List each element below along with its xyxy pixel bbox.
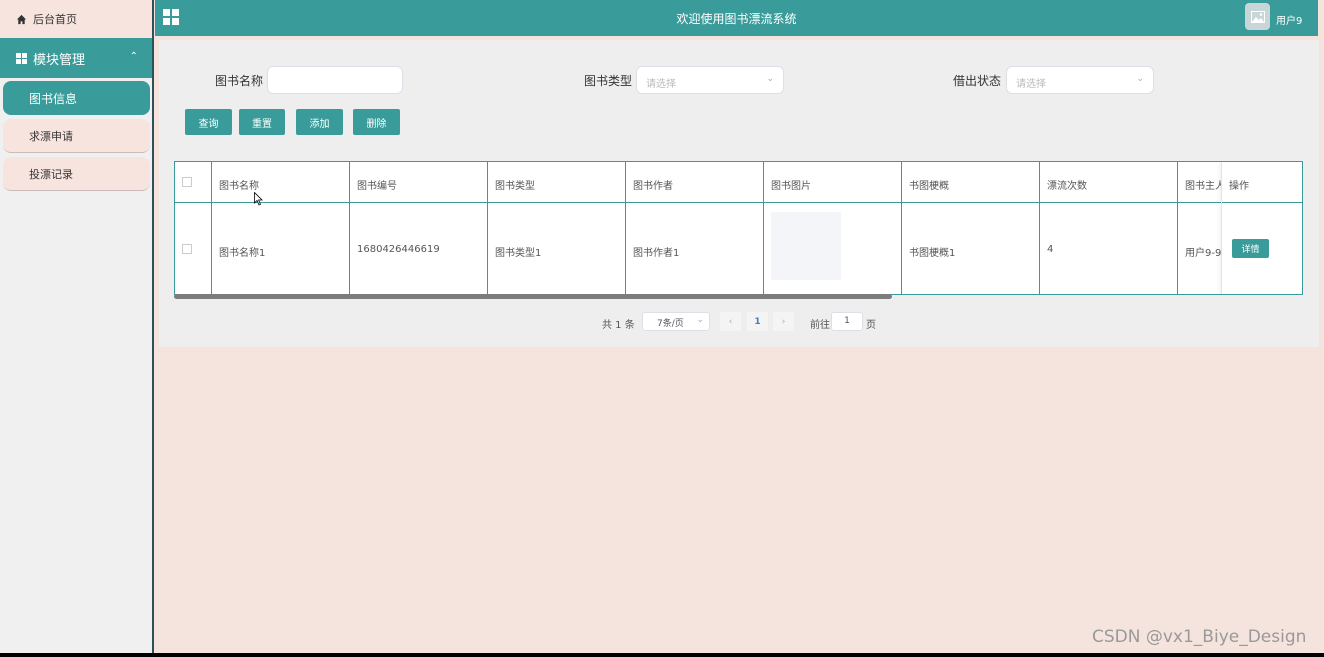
data-table: 图书名称 图书编号 图书类型 图书作者 图书图片 书图梗概 漂流次数 图书主人 … — [174, 161, 1303, 295]
sidebar-item-label: 求漂申请 — [29, 129, 73, 143]
page-title: 欢迎使用图书漂流系统 — [676, 12, 797, 26]
page-size-select[interactable]: 7条/页 ⌄ — [642, 312, 710, 331]
sidebar-item-drift-record[interactable]: 投漂记录 — [3, 157, 150, 191]
page-number-current[interactable]: 1 — [747, 312, 768, 331]
book-type-label: 图书类型 — [584, 74, 633, 88]
main-panel: 图书名称 图书类型 请选择 ⌄ 借出状态 请选择 ⌄ 查询 重置 添加 删除 图… — [159, 40, 1319, 347]
next-page-button[interactable]: › — [773, 312, 794, 331]
sidebar-module-label: 模块管理 — [33, 52, 86, 68]
book-name-input[interactable] — [267, 66, 403, 94]
username-label[interactable]: 用户9 — [1276, 12, 1302, 27]
column-header[interactable]: 图书名称 — [212, 162, 350, 203]
top-header: 欢迎使用图书漂流系统 用户9 — [155, 0, 1318, 36]
table-cell: 图书类型1 — [488, 203, 626, 294]
sidebar-item-label: 图书信息 — [29, 91, 78, 106]
column-header[interactable]: 图书图片 — [764, 162, 902, 203]
app-window: 后台首页 模块管理 ⌃ 图书信息 求漂申请 投漂记录 欢迎使用图书漂流系统 用户… — [0, 0, 1324, 653]
sidebar-item-home[interactable]: 后台首页 — [0, 0, 152, 38]
sidebar-item-label: 投漂记录 — [29, 167, 73, 181]
pagination-total: 共 1 条 — [602, 320, 635, 331]
sidebar-module-header[interactable]: 模块管理 ⌃ — [0, 38, 152, 78]
book-type-placeholder: 请选择 — [646, 79, 676, 90]
prev-page-button[interactable]: ‹ — [720, 312, 741, 331]
chevron-down-icon: ⌄ — [1136, 74, 1144, 84]
mouse-cursor-icon — [254, 192, 263, 206]
avatar[interactable] — [1245, 3, 1270, 30]
chevron-down-icon: ⌄ — [766, 74, 774, 84]
table-cell: 图书名称1 — [212, 203, 350, 294]
grid-icon — [16, 52, 27, 64]
table-cell: 图书作者1 — [626, 203, 764, 294]
book-type-select[interactable]: 请选择 ⌄ — [636, 66, 784, 94]
column-header[interactable]: 图书类型 — [488, 162, 626, 203]
sidebar-item-drift-request[interactable]: 求漂申请 — [3, 119, 150, 153]
sidebar: 后台首页 模块管理 ⌃ 图书信息 求漂申请 投漂记录 — [0, 0, 154, 653]
goto-suffix: 页 — [866, 320, 876, 331]
detail-button[interactable]: 详情 — [1232, 239, 1269, 258]
reset-button[interactable]: 重置 — [239, 109, 285, 135]
query-button[interactable]: 查询 — [185, 109, 232, 135]
lend-status-placeholder: 请选择 — [1016, 79, 1046, 90]
divider — [1222, 202, 1302, 203]
image-icon — [1250, 10, 1265, 23]
add-button[interactable]: 添加 — [296, 109, 343, 135]
book-image-placeholder — [771, 212, 841, 280]
column-header[interactable]: 图书作者 — [626, 162, 764, 203]
select-all-checkbox[interactable] — [182, 177, 192, 187]
goto-page-input[interactable]: 1 — [831, 312, 863, 331]
lend-status-select[interactable]: 请选择 ⌄ — [1006, 66, 1154, 94]
home-icon — [16, 14, 27, 24]
row-checkbox[interactable] — [182, 244, 192, 254]
chevron-down-icon: ⌄ — [696, 315, 704, 325]
book-name-label: 图书名称 — [215, 74, 264, 88]
table-cell: 4 — [1040, 203, 1178, 294]
column-header[interactable]: 图书编号 — [350, 162, 488, 203]
delete-button[interactable]: 删除 — [353, 109, 400, 135]
lend-status-label: 借出状态 — [953, 74, 1002, 88]
column-header-operation: 操作 — [1229, 181, 1249, 192]
page-size-value: 7条/页 — [657, 319, 684, 329]
chevron-up-icon: ⌃ — [129, 51, 138, 62]
sidebar-item-book-info[interactable]: 图书信息 — [3, 81, 150, 115]
horizontal-scrollbar[interactable] — [174, 294, 892, 299]
table-cell: 书图梗概1 — [902, 203, 1040, 294]
column-header[interactable]: 书图梗概 — [902, 162, 1040, 203]
select-all-cell — [175, 162, 212, 203]
sidebar-home-label: 后台首页 — [33, 13, 77, 26]
row-select-cell — [175, 203, 212, 294]
column-header[interactable]: 漂流次数 — [1040, 162, 1178, 203]
table-cell: 1680426446619 — [350, 203, 488, 294]
watermark: CSDN @vx1_Biye_Design — [1092, 627, 1307, 647]
operation-column: 操作 — [1221, 162, 1302, 294]
goto-prefix: 前往 — [810, 320, 830, 331]
